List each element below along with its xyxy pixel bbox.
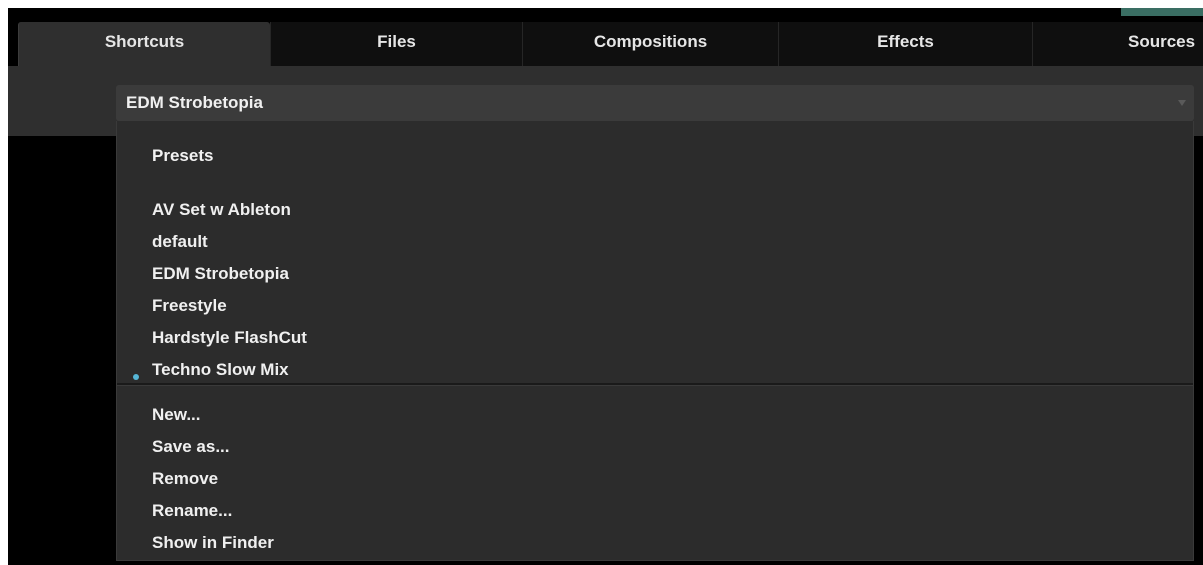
tab-compositions[interactable]: Compositions [522,22,778,70]
tab-effects[interactable]: Effects [778,22,1032,70]
menu-item-new[interactable]: New... [152,401,201,429]
app-window: Shortcuts Files Compositions Effects Sou… [8,8,1203,565]
tab-shortcuts[interactable]: Shortcuts [18,22,270,70]
selected-bullet-icon [133,374,139,380]
tab-files[interactable]: Files [270,22,522,70]
menu-item-save-as[interactable]: Save as... [152,433,230,461]
top-accent-strip [1121,8,1203,16]
preset-item-av-set-w-ableton[interactable]: AV Set w Ableton [152,196,291,224]
preset-item-techno-slow-mix[interactable]: Techno Slow Mix [152,356,289,384]
presets-heading: Presets [152,146,214,165]
menu-item-remove[interactable]: Remove [152,465,218,493]
preset-dropdown-value: EDM Strobetopia [126,93,263,112]
preset-item-default[interactable]: default [152,228,208,256]
preset-dropdown[interactable]: EDM Strobetopia [116,85,1194,121]
tab-bar: Shortcuts Files Compositions Effects Sou… [8,22,1203,70]
menu-item-rename[interactable]: Rename... [152,497,232,525]
menu-item-show-in-finder[interactable]: Show in Finder [152,529,274,557]
preset-item-freestyle[interactable]: Freestyle [152,292,227,320]
preset-dropdown-menu: Presets AV Set w Ableton default EDM Str… [116,121,1194,561]
tab-sources[interactable]: Sources [1032,22,1203,70]
menu-divider [117,383,1193,386]
preset-item-edm-strobetopia[interactable]: EDM Strobetopia [152,260,289,288]
chevron-down-icon [1178,100,1186,106]
preset-item-hardstyle-flashcut[interactable]: Hardstyle FlashCut [152,324,307,352]
